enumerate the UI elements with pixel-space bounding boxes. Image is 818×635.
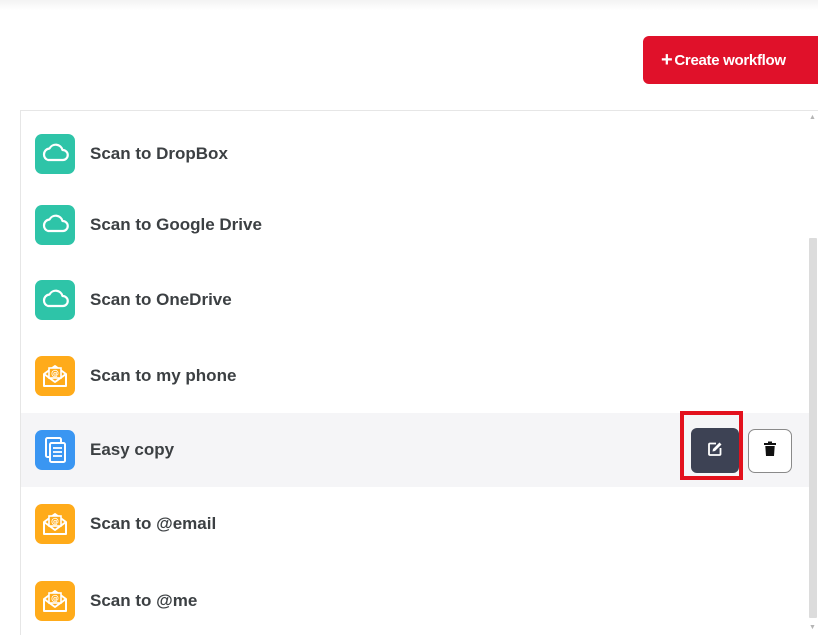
email-envelope-icon: @ — [35, 356, 75, 396]
edit-icon — [707, 441, 723, 460]
svg-text:@: @ — [51, 369, 59, 378]
create-workflow-button[interactable]: + Create workflow — [643, 36, 818, 84]
email-envelope-icon: @ — [35, 581, 75, 621]
row-actions — [691, 428, 792, 473]
email-envelope-icon: @ — [35, 504, 75, 544]
workflow-label: Easy copy — [90, 440, 175, 459]
workflow-item-scan-to-me[interactable]: @ Scan to @me — [21, 564, 809, 635]
workflow-list: Scan to DropBox Scan to Google Drive Sca… — [20, 110, 818, 635]
cloud-icon — [35, 280, 75, 320]
cloud-icon — [35, 205, 75, 245]
delete-workflow-button[interactable] — [748, 428, 792, 473]
workflow-label: Scan to Google Drive — [90, 215, 262, 234]
svg-text:@: @ — [51, 594, 59, 603]
workflow-item-scan-to-google-drive[interactable]: Scan to Google Drive — [21, 188, 809, 262]
workflow-item-easy-copy[interactable]: Easy copy — [21, 413, 809, 487]
workflow-label: Scan to DropBox — [90, 144, 228, 163]
workflow-item-scan-to-dropbox[interactable]: Scan to DropBox — [21, 117, 809, 191]
edit-workflow-button[interactable] — [691, 428, 739, 473]
top-shadow — [0, 0, 818, 10]
cloud-icon — [35, 134, 75, 174]
workflow-label: Scan to @email — [90, 514, 217, 533]
workflow-label: Scan to OneDrive — [90, 290, 232, 309]
scroll-up-arrow-icon[interactable]: ▲ — [809, 114, 816, 121]
scroll-down-arrow-icon[interactable]: ▼ — [809, 624, 816, 631]
plus-icon: + — [661, 49, 673, 71]
workflow-item-scan-to-email[interactable]: @ Scan to @email — [21, 487, 809, 561]
create-workflow-label: Create workflow — [674, 51, 786, 69]
workflow-label: Scan to @me — [90, 591, 198, 610]
document-copy-icon — [35, 430, 75, 470]
svg-text:@: @ — [51, 517, 59, 526]
workflow-label: Scan to my phone — [90, 366, 237, 385]
workflow-item-scan-to-my-phone[interactable]: @ Scan to my phone — [21, 339, 809, 413]
workflow-item-scan-to-onedrive[interactable]: Scan to OneDrive — [21, 263, 809, 337]
scroll-thumb[interactable] — [809, 238, 817, 618]
list-scrollbar[interactable]: ▲ ▼ — [808, 110, 818, 635]
trash-icon — [763, 441, 777, 460]
